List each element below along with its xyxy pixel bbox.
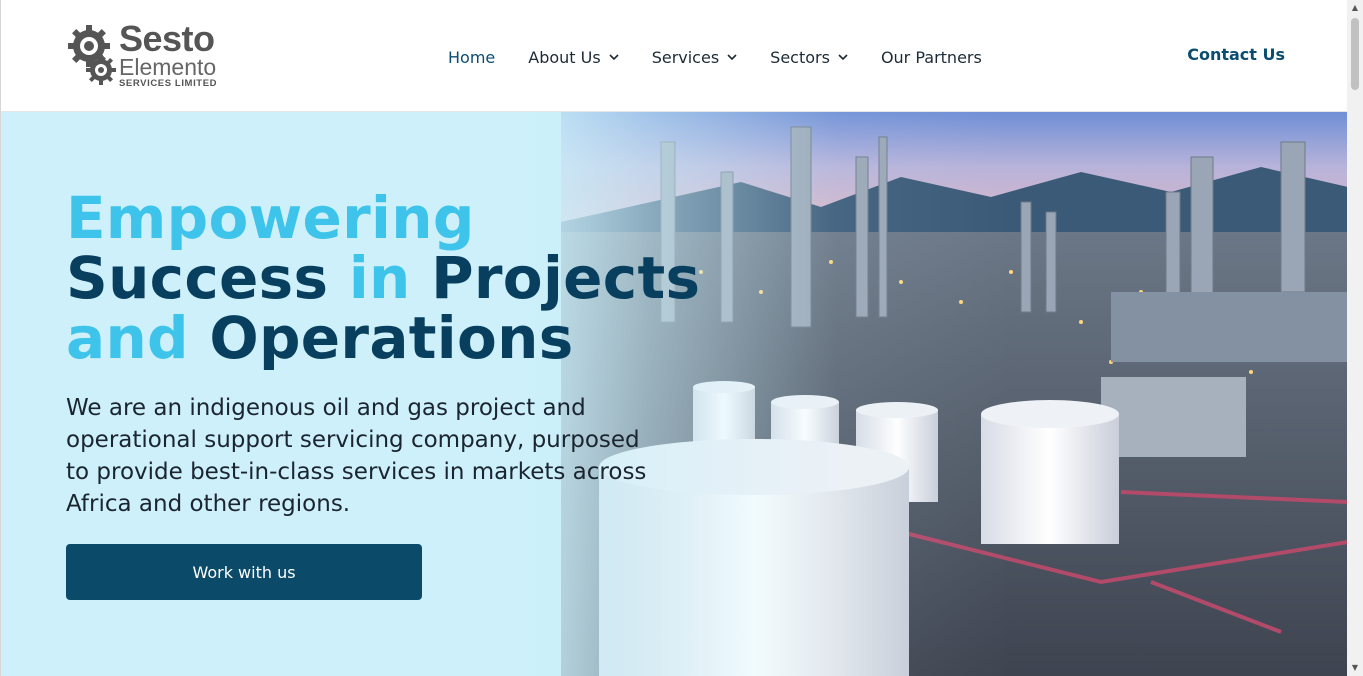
chevron-down-icon [838,54,848,61]
nav-sectors[interactable]: Sectors [770,48,848,67]
contact-us-link[interactable]: Contact Us [1187,45,1285,64]
headline-word: and [66,304,189,372]
headline-word: Success [66,244,329,312]
headline-word: Projects [431,244,701,312]
nav-our-partners[interactable]: Our Partners [881,48,982,67]
work-with-us-button[interactable]: Work with us [66,544,422,600]
nav-home-label: Home [448,47,496,67]
hero-intro-text: We are an indigenous oil and gas project… [66,395,647,517]
gears-icon [68,25,116,85]
nav-home[interactable]: Home [448,48,495,67]
scrollbar-thumb[interactable] [1351,18,1359,90]
scroll-up-arrow-icon[interactable]: ▲ [1347,0,1363,16]
headline-word: in [348,244,411,312]
chevron-down-icon [727,54,737,61]
chevron-down-icon [609,54,619,61]
headline-word: Empowering [66,184,475,252]
nav-about-us-label: About Us [528,47,601,67]
brand-name-secondary: Elemento [119,54,217,80]
nav-services[interactable]: Services [652,48,737,67]
brand-tagline: SERVICES LIMITED [119,78,218,89]
site-header: Sesto Elemento SERVICES LIMITED Home Abo… [1,0,1348,112]
nav-our-partners-label: Our Partners [880,47,982,67]
headline-word: Operations [209,304,574,372]
hero-headline: Empowering Success in Projects and Opera… [66,188,700,368]
scroll-down-arrow-icon[interactable]: ▼ [1347,660,1363,676]
nav-sectors-label: Sectors [770,47,830,67]
nav-about-us[interactable]: About Us [528,47,619,67]
company-logo[interactable]: Sesto Elemento SERVICES LIMITED [65,18,240,92]
main-nav: Home About Us Services Sectors Our Partn… [448,45,1015,69]
page-scrollbar[interactable]: ▲ ▼ [1347,0,1363,676]
nav-services-label: Services [651,47,720,67]
hero-section: Empowering Success in Projects and Opera… [1,112,1348,676]
